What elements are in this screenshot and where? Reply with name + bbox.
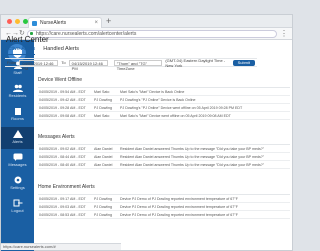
url-field[interactable]: https://care.nursealerts.com/alertcenter… [27, 30, 277, 38]
building-icon [14, 108, 21, 115]
alert-time: 04/05/2019 - 09:08 AM - EDT [39, 113, 86, 118]
alert-icon [12, 130, 23, 138]
alert-user: PJ Dowling [94, 196, 112, 201]
alert-user: PJ Dowling [94, 204, 112, 209]
from-label: From [7, 60, 17, 65]
timezone-select[interactable]: (GMT-04) Eastern Daylight Time - New Yor… [165, 58, 232, 68]
alert-time: 04/05/2019 - 08:53 AM - EDT [39, 212, 86, 217]
alert-message: Mari Sato's "Mari" Device is Back Online [120, 89, 185, 94]
table-row[interactable]: 04/05/2019 - 09:03 AM - EDT PJ Dowling Dev… [38, 203, 290, 211]
logout-icon [13, 199, 22, 207]
section-title: Messages Alerts [38, 134, 75, 140]
alert-user: Alan Daniel [94, 154, 113, 159]
to-date-input[interactable]: 04/15/2019 12:46 PM [68, 59, 108, 71]
sidebar-item-alerts[interactable]: Alerts [1, 127, 34, 149]
page-title: Alert Center [6, 35, 49, 44]
table-row[interactable]: 04/05/2019 - 09:42 AM - EDT PJ Dowling PJ … [38, 96, 290, 104]
user-filter-select[interactable]: "Thom" and "TG" TimeZone [113, 59, 163, 71]
sidebar-item-settings[interactable]: Settings [1, 173, 34, 195]
status-bar: https://care.nursealerts.com/# [1, 243, 121, 250]
sidebar-item-label: Residents [8, 93, 27, 98]
filter-bar: From 04/05/2019 12:46 PM To 04/15/2019 1… [5, 58, 257, 71]
sidebar: Staff Residents Rooms Alerts Messages Setting… [1, 40, 34, 251]
table-row[interactable]: 04/05/2019 - 09:17 AM - EDT PJ Dowling Dev… [38, 195, 290, 203]
close-tab-icon[interactable]: × [94, 20, 98, 26]
alert-user: PJ Dowling [94, 105, 112, 110]
tab-title: NurseAlerts [40, 20, 67, 26]
chat-icon [13, 153, 22, 161]
alert-time: 04/05/2019 - 09:02 AM - EDT [39, 146, 86, 151]
alert-message: PJ Dowling's "PJ Online" Device is Back … [120, 97, 196, 102]
alert-message: Device PJ Demo of PJ Dowling reported en… [120, 196, 238, 201]
table-row[interactable]: 04/05/2019 - 08:40 AM - EDT Alan Daniel Re… [38, 161, 290, 169]
alert-message: Resident Alan Daniel answered Thumbs Up … [120, 162, 265, 167]
browser-titlebar: NurseAlerts × + [1, 15, 292, 28]
to-label: To [61, 60, 66, 65]
alert-message: Device PJ Demo of PJ Dowling reported en… [120, 212, 238, 217]
sidebar-item-residents[interactable]: Residents [1, 81, 34, 103]
table-row[interactable]: 04/05/2019 - 08:44 AM - EDT Alan Daniel Re… [38, 153, 290, 161]
sidebar-item-label: Staff [13, 70, 22, 75]
section-title: Home Environment Alerts [38, 184, 95, 190]
sidebar-item-messages[interactable]: Messages [1, 150, 34, 172]
alert-time: 04/05/2019 - 08:40 AM - EDT [39, 162, 86, 167]
section-title: Device Went Offline [38, 77, 83, 83]
window-controls [7, 19, 28, 24]
sidebar-item-label: Rooms [11, 116, 24, 121]
alert-message: Resident Alan Daniel answered Thumbs Up … [120, 146, 265, 151]
browser-menu-icon[interactable]: ⋮ [280, 29, 288, 39]
alert-message: Mari Sato's "Mari" Device went offline o… [120, 113, 231, 118]
table-row[interactable]: 04/05/2019 - 09:54 AM - EDT Mari Sato Mari… [38, 88, 290, 96]
table-row[interactable]: 04/05/2019 - 09:08 AM - EDT Mari Sato Mari… [38, 112, 290, 120]
alert-time: 04/05/2019 - 08:44 AM - EDT [39, 154, 86, 159]
sidebar-item-rooms[interactable]: Rooms [1, 104, 34, 126]
sidebar-item-label: Alerts [12, 139, 23, 144]
sidebar-item-label: Logout [11, 208, 24, 213]
alert-user: Alan Daniel [94, 146, 113, 151]
tab-handled-alerts[interactable]: Handled Alerts [43, 46, 79, 55]
alert-time: 04/05/2019 - 09:28 AM - EDT [39, 105, 86, 110]
from-date-input[interactable]: 04/05/2019 12:46 PM [19, 59, 59, 71]
favicon-icon [32, 20, 37, 26]
alerts-table: 04/05/2019 - 09:17 AM - EDT PJ Dowling Dev… [38, 194, 290, 219]
table-row[interactable]: 04/05/2019 - 09:02 AM - EDT Alan Daniel Re… [38, 145, 290, 153]
sidebar-item-label: Messages [8, 162, 27, 167]
alert-time: 04/05/2019 - 09:54 AM - EDT [39, 89, 86, 94]
gear-icon [14, 176, 21, 184]
alert-user: Alan Daniel [94, 162, 113, 167]
alert-message: PJ Dowling's "PJ Online" Device went off… [120, 105, 243, 110]
alert-user: Mari Sato [94, 113, 110, 118]
alerts-table: 04/05/2019 - 09:02 AM - EDT Alan Daniel Re… [38, 144, 290, 169]
alert-time: 04/05/2019 - 09:42 AM - EDT [39, 97, 86, 102]
new-tab-button[interactable]: + [106, 17, 111, 26]
minimize-window-button[interactable] [15, 19, 20, 24]
sidebar-item-label: Settings [10, 185, 25, 190]
alerts-table: 04/05/2019 - 09:54 AM - EDT Mari Sato Mari… [38, 87, 290, 120]
alert-time: 04/05/2019 - 09:03 AM - EDT [39, 204, 86, 209]
tab-active-alerts[interactable]: Active Alerts [5, 46, 36, 55]
alert-message: Device PJ Demo of PJ Dowling reported en… [120, 204, 238, 209]
close-window-button[interactable] [7, 19, 12, 24]
people-icon [12, 84, 23, 92]
alert-time: 04/05/2019 - 09:17 AM - EDT [39, 196, 86, 201]
table-row[interactable]: 04/05/2019 - 09:28 AM - EDT PJ Dowling PJ … [38, 104, 290, 112]
sidebar-item-logout[interactable]: Logout [1, 196, 34, 218]
alert-user: PJ Dowling [94, 212, 112, 217]
alert-message: Resident Alan Daniel answered Thumbs Up … [120, 154, 265, 159]
browser-tab[interactable]: NurseAlerts × [28, 17, 102, 28]
table-row[interactable]: 04/05/2019 - 08:53 AM - EDT PJ Dowling Dev… [38, 211, 290, 219]
alert-user: PJ Dowling [94, 97, 112, 102]
submit-button[interactable]: Submit [232, 59, 256, 66]
alert-tabs: Active Alerts Handled Alerts [5, 46, 79, 55]
alert-user: Mari Sato [94, 89, 110, 94]
